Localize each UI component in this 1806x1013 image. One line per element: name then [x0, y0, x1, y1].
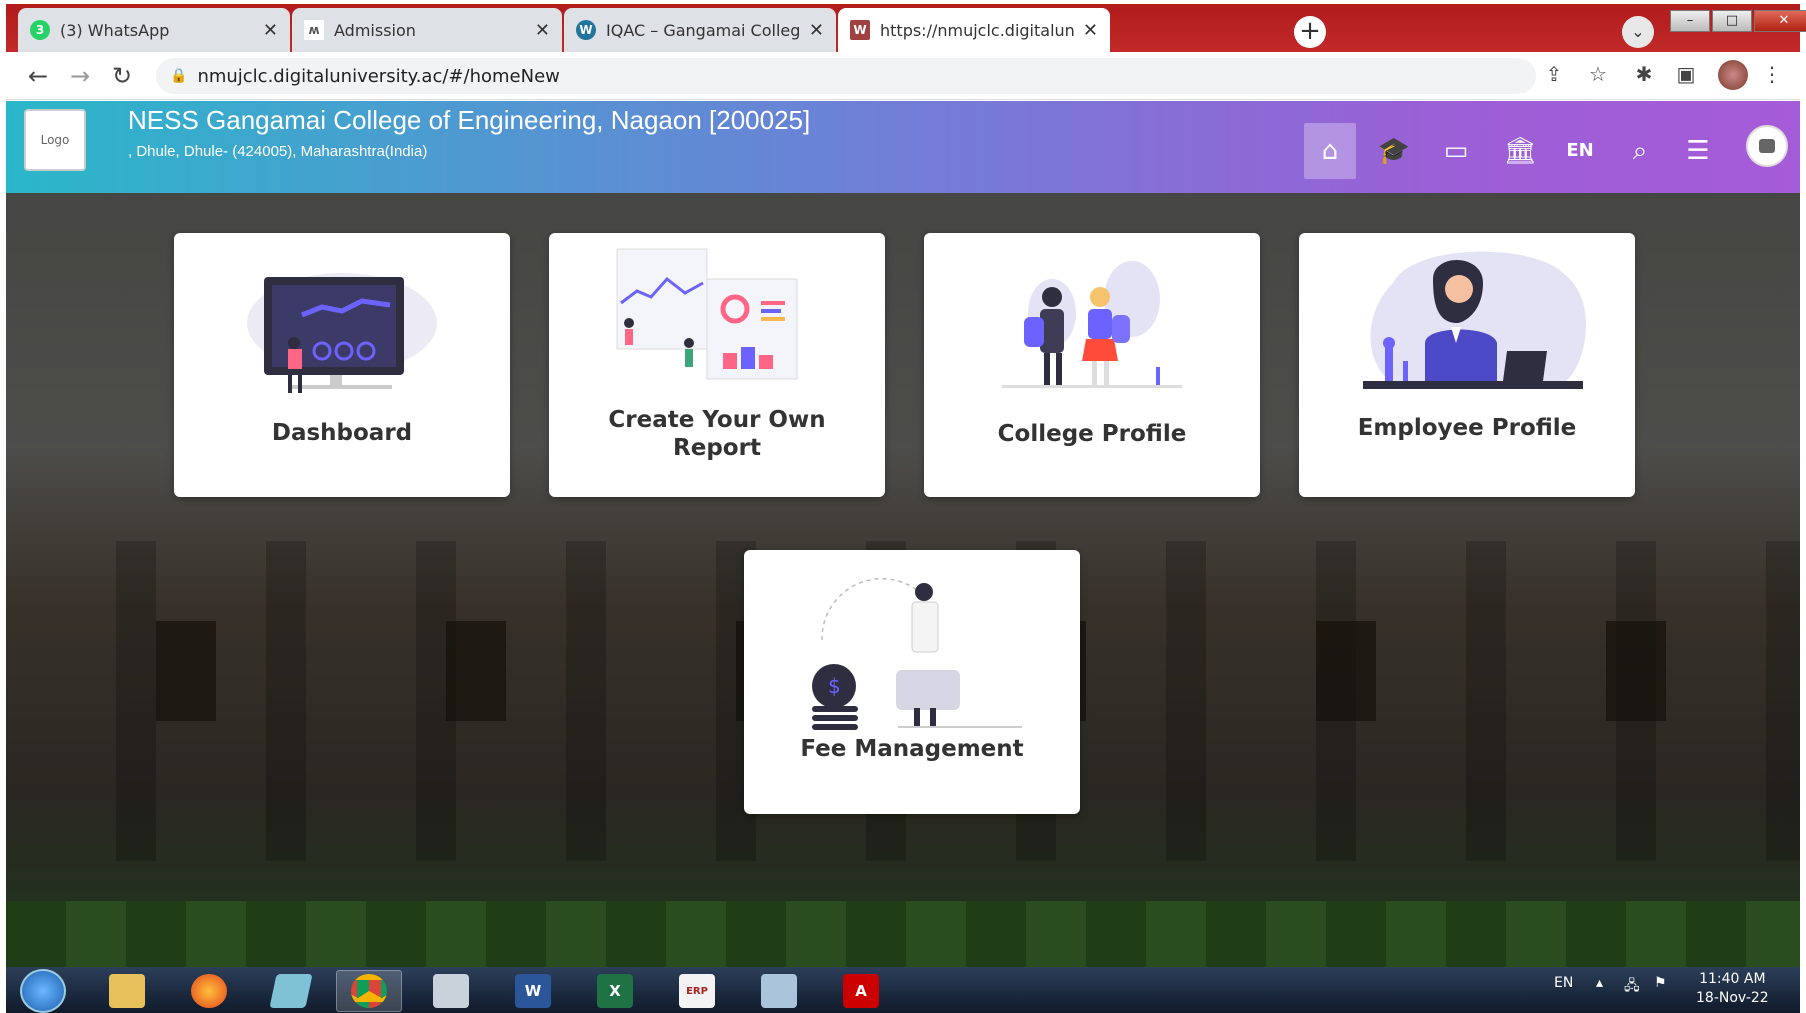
extensions-icon[interactable]: ✱: [1630, 62, 1658, 86]
close-icon[interactable]: ✕: [535, 20, 550, 41]
card-label-line2: Report: [673, 435, 761, 461]
profile-avatar[interactable]: [1718, 60, 1748, 90]
tab-label: Admission: [334, 20, 416, 40]
firefox-icon[interactable]: [176, 970, 242, 1012]
graduation-cap-icon[interactable]: 🎓: [1368, 123, 1420, 179]
card-label: Fee Management: [800, 736, 1024, 762]
browser-toolbar: ← → ↻ 🔒 nmujclc.digitaluniversity.ac/#/h…: [6, 52, 1800, 100]
college-name: NESS Gangamai College of Engineering, Na…: [128, 105, 811, 135]
forward-icon[interactable]: →: [64, 62, 96, 90]
wordpress-icon: W: [576, 20, 596, 40]
college-logo: Logo: [24, 109, 86, 171]
user-avatar[interactable]: [1746, 125, 1788, 167]
word-icon[interactable]: W: [500, 970, 566, 1012]
card-label: Dashboard: [271, 420, 413, 446]
tab-label: https://nmujclc.digitaluniversity.a: [880, 20, 1075, 40]
digitaluniversity-icon: W: [850, 20, 870, 40]
close-icon[interactable]: ✕: [263, 20, 278, 41]
search-icon[interactable]: ⌕: [1614, 123, 1666, 179]
site-header: Logo NESS Gangamai College of Engineerin…: [6, 101, 1800, 193]
dashboard-illustration: [247, 273, 437, 393]
star-icon[interactable]: ☆: [1584, 62, 1612, 86]
system-clock[interactable]: 11:40 AM 18-Nov-22: [1696, 970, 1769, 1008]
tab-whatsapp[interactable]: 3 (3) WhatsApp ✕: [18, 8, 290, 52]
minimize-button[interactable]: –: [1670, 10, 1710, 32]
menu-icon[interactable]: ☰: [1672, 123, 1724, 179]
chrome-icon[interactable]: [336, 970, 402, 1012]
tab-search-button[interactable]: ⌄: [1622, 16, 1654, 48]
close-window-button[interactable]: ✕: [1754, 10, 1806, 32]
windows-taskbar: W X ERP A EN ▴ 🖧 ⚑ 11:40 AM 18-Nov-22: [6, 967, 1800, 1013]
more-menu-icon[interactable]: ⋮: [1758, 62, 1786, 86]
clock-time: 11:40 AM: [1699, 971, 1766, 987]
language-selector[interactable]: EN: [1554, 123, 1606, 179]
new-tab-button[interactable]: +: [1294, 16, 1326, 48]
excel-icon[interactable]: X: [582, 970, 648, 1012]
tab-strip: 3 (3) WhatsApp ✕ ʍ Admission ✕ W IQAC – …: [6, 4, 1806, 52]
tally-icon[interactable]: ERP: [664, 970, 730, 1012]
clock-date: 18-Nov-22: [1696, 990, 1769, 1006]
sidepanel-icon[interactable]: ▣: [1672, 62, 1700, 86]
card-label: Employee Profile: [1357, 415, 1577, 441]
address-text: nmujclc.digitaluniversity.ac/#/homeNew: [197, 65, 560, 87]
home-icon[interactable]: ⌂: [1304, 123, 1356, 179]
tab-label: IQAC – Gangamai College of Eng: [606, 20, 801, 40]
fee-management-illustration: $: [812, 577, 1022, 730]
card-label: College Profile: [997, 421, 1187, 447]
institution-icon[interactable]: 🏛: [1494, 123, 1546, 179]
card-label-line1: Create Your Own: [608, 407, 826, 433]
card-college-profile[interactable]: College Profile: [924, 233, 1260, 497]
lock-icon: 🔒: [170, 68, 188, 84]
svg-text:$: $: [828, 674, 841, 698]
card-fee-management[interactable]: $ Fee Management: [744, 550, 1080, 814]
flag-icon[interactable]: ⚑: [1654, 975, 1667, 991]
back-icon[interactable]: ←: [22, 62, 54, 90]
start-button[interactable]: [20, 969, 66, 1013]
close-icon[interactable]: ✕: [1083, 20, 1098, 41]
sticky-icon[interactable]: [258, 970, 324, 1012]
acrobat-icon[interactable]: A: [828, 970, 894, 1012]
calculator-icon[interactable]: [746, 970, 812, 1012]
tab-admission[interactable]: ʍ Admission ✕: [292, 8, 562, 52]
file-explorer-icon[interactable]: [94, 970, 160, 1012]
browser-window: 3 (3) WhatsApp ✕ ʍ Admission ✕ W IQAC – …: [0, 0, 1806, 1013]
network-tray-icon[interactable]: 🖧: [1624, 975, 1640, 999]
whatsapp-icon: 3: [30, 20, 50, 40]
network-icon[interactable]: [418, 970, 484, 1012]
tray-expand-icon[interactable]: ▴: [1596, 975, 1603, 991]
college-profile-illustration: [1002, 261, 1182, 388]
lawn-image: [6, 901, 1800, 967]
maximize-button[interactable]: □: [1712, 10, 1752, 32]
close-icon[interactable]: ✕: [809, 20, 824, 41]
reload-icon[interactable]: ↻: [106, 62, 138, 90]
college-address: , Dhule, Dhule- (424005), Maharashtra(In…: [128, 143, 428, 160]
employee-profile-illustration: [1363, 251, 1587, 389]
card-icon[interactable]: ▭: [1430, 123, 1482, 179]
tab-label: (3) WhatsApp: [60, 20, 170, 40]
report-illustration: [616, 248, 798, 380]
tab-iqac[interactable]: W IQAC – Gangamai College of Eng ✕: [564, 8, 836, 52]
language-indicator[interactable]: EN: [1554, 975, 1573, 991]
share-icon[interactable]: ⇪: [1540, 62, 1568, 86]
card-dashboard[interactable]: Dashboard: [174, 233, 510, 497]
window-controls: – □ ✕: [1670, 10, 1806, 32]
card-employee-profile[interactable]: Employee Profile: [1299, 233, 1635, 497]
card-create-report[interactable]: Create Your Own Report: [549, 233, 885, 497]
page-content: Logo NESS Gangamai College of Engineerin…: [6, 101, 1800, 967]
address-bar[interactable]: 🔒 nmujclc.digitaluniversity.ac/#/homeNew: [156, 58, 1536, 94]
tab-digitaluniversity[interactable]: W https://nmujclc.digitaluniversity.a ✕: [838, 8, 1110, 52]
admission-icon: ʍ: [304, 20, 324, 40]
